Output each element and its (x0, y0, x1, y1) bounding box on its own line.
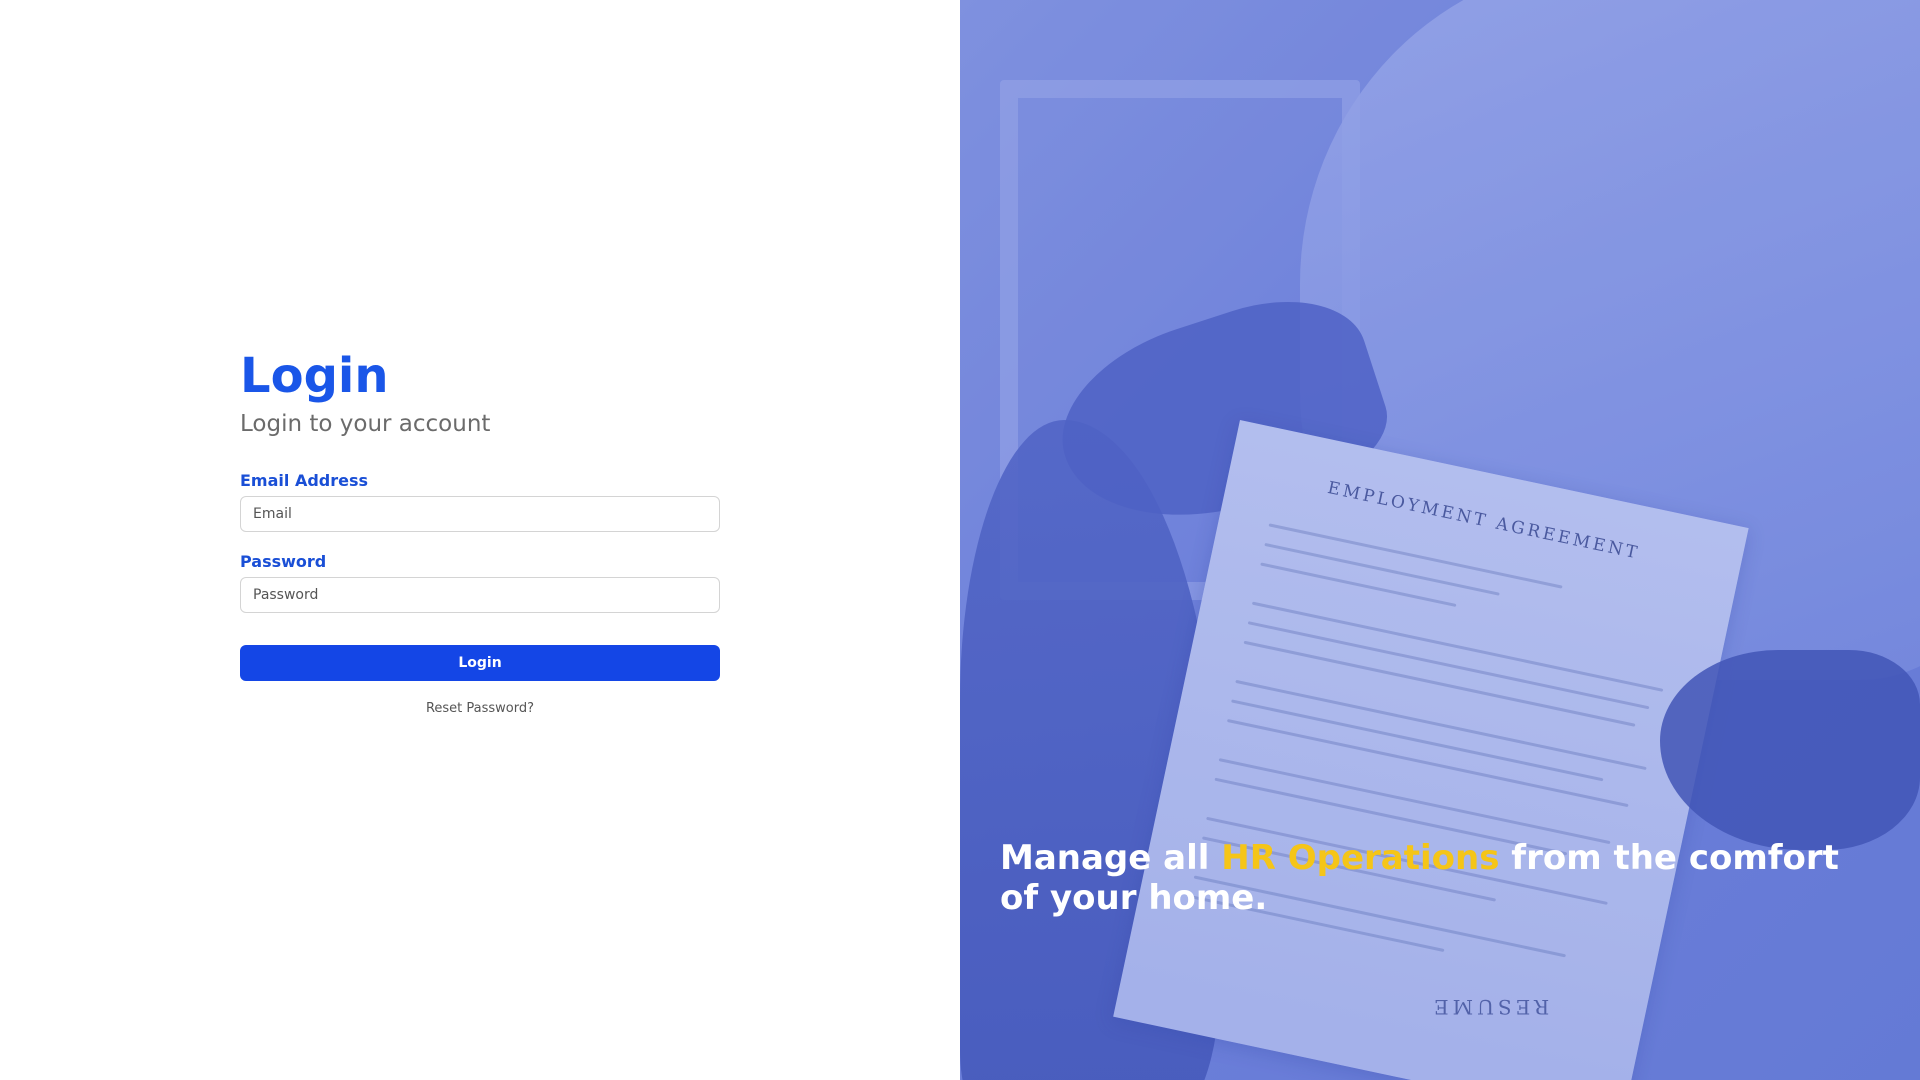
tagline-highlight: HR Operations (1221, 838, 1500, 878)
login-panel: Login Login to your account Email Addres… (0, 0, 960, 1080)
password-label: Password (240, 551, 327, 571)
login-button[interactable]: Login (240, 644, 720, 681)
hero-tagline: Manage all HR Operations from the comfor… (1000, 838, 1840, 918)
reset-password-link[interactable]: Reset Password? (240, 701, 720, 716)
tagline-prefix: Manage all (1000, 838, 1222, 878)
password-input[interactable] (240, 576, 720, 613)
login-title: Login (240, 348, 389, 404)
password-field-group: Password (240, 552, 720, 613)
hero-image-panel: EMPLOYMENT AGREEMENT RESUME Manage all H… (960, 0, 1920, 1080)
login-form: Login Login to your account Email Addres… (240, 350, 720, 716)
email-field-group: Email Address (240, 471, 720, 532)
email-label: Email Address (240, 470, 369, 490)
login-subtitle: Login to your account (240, 410, 491, 437)
email-input[interactable] (240, 495, 720, 532)
